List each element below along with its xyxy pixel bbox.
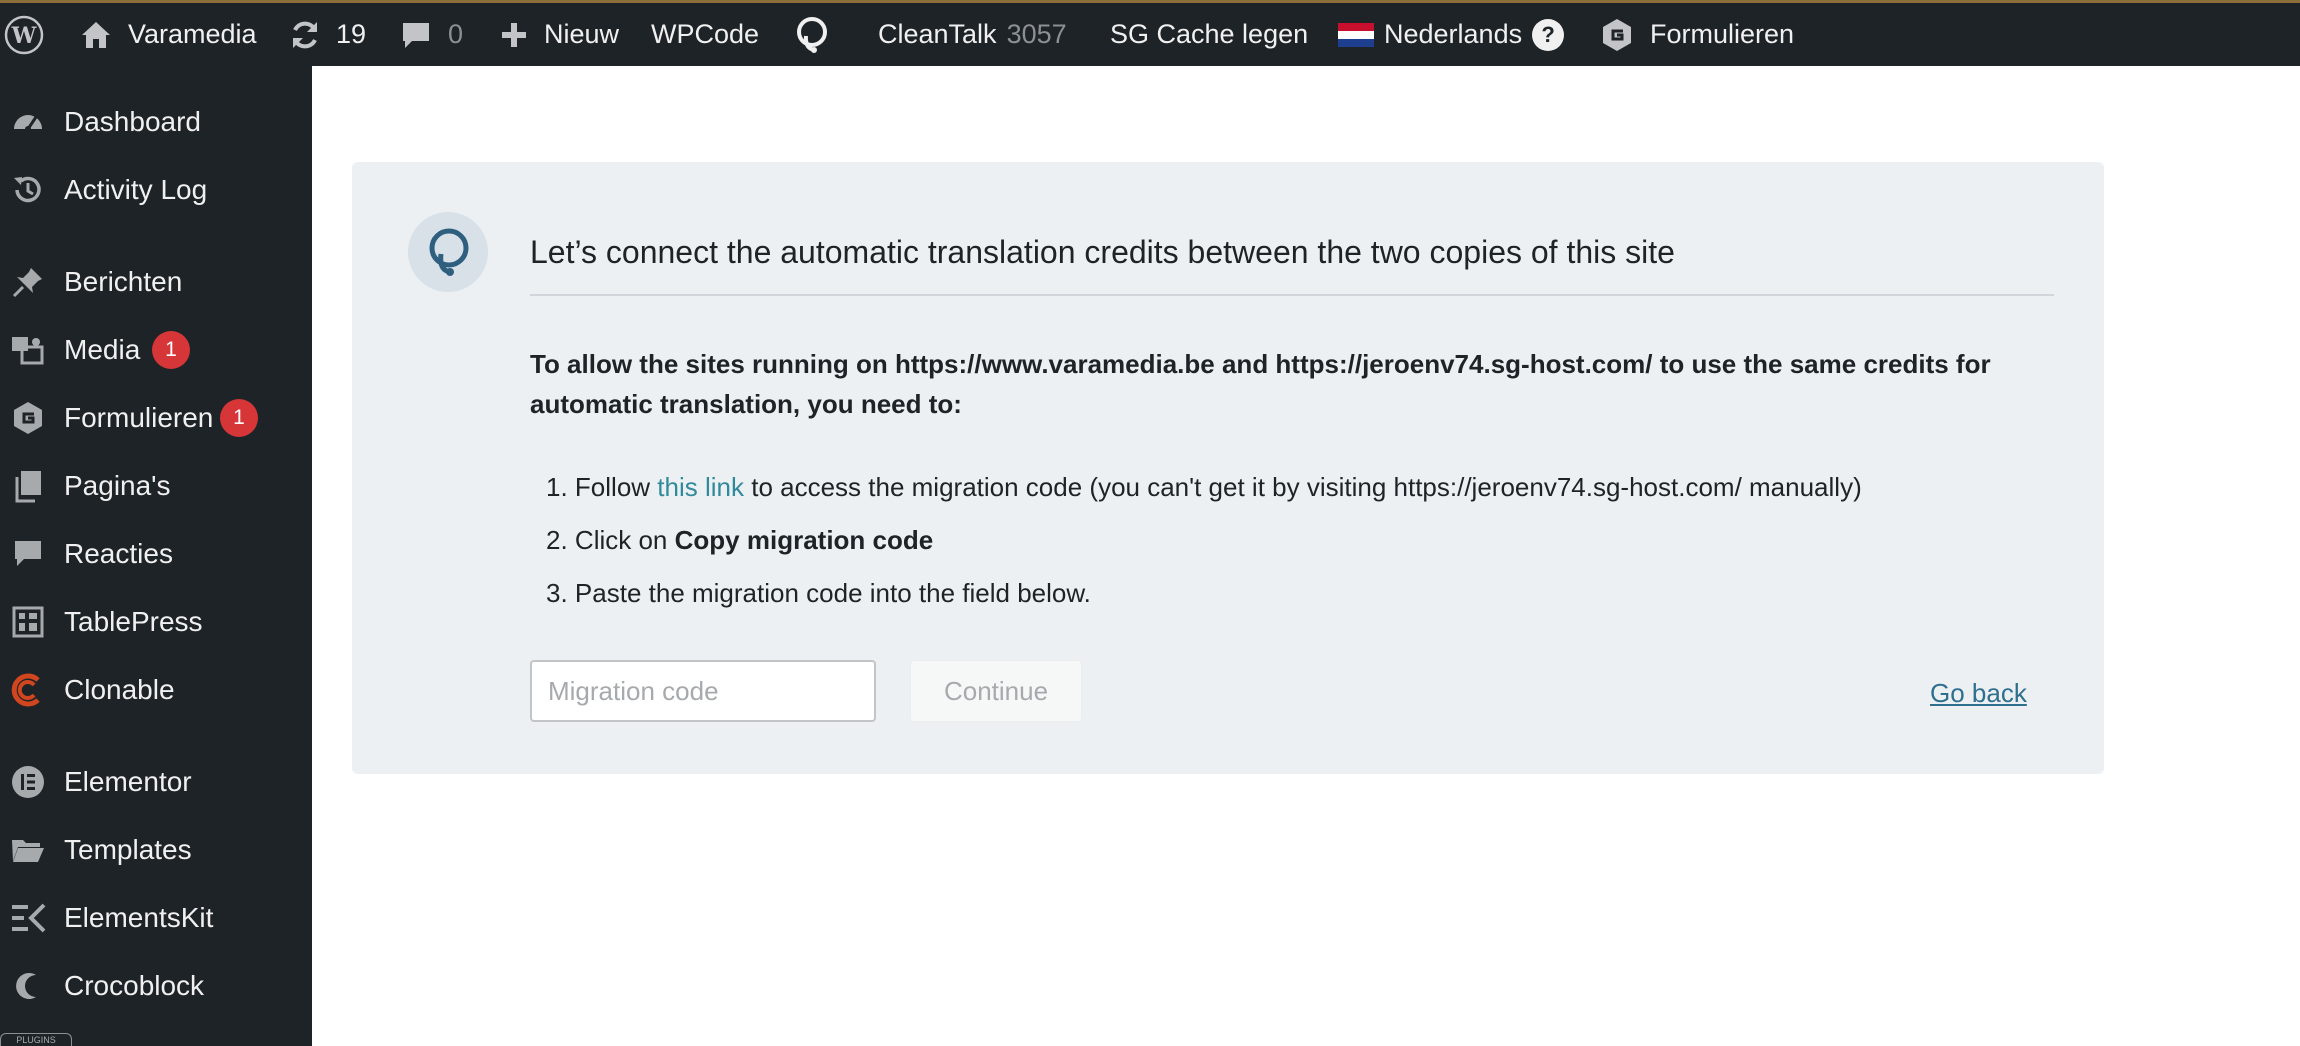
sidebar-item-label: Dashboard: [64, 106, 201, 137]
sg-cache-link[interactable]: SG Cache legen: [1110, 3, 1308, 66]
sidebar-item-clonable[interactable]: Clonable: [0, 660, 312, 720]
wordpress-icon: W: [4, 15, 44, 54]
plus-icon: [502, 22, 526, 47]
card-title: Let’s connect the automatic translation …: [530, 234, 1675, 270]
comments-link[interactable]: 0: [400, 3, 463, 66]
help-icon[interactable]: ?: [1532, 18, 1565, 51]
comment-icon: [403, 22, 429, 48]
sidebar-item-label: ElementsKit: [64, 902, 214, 933]
forms-label: Formulieren: [1650, 19, 1795, 49]
wordpress-logo-button[interactable]: W: [4, 3, 44, 66]
site-name: Varamedia: [128, 19, 257, 49]
history-icon: [10, 172, 46, 208]
sidebar-item-label: Reacties: [64, 538, 173, 569]
continue-button[interactable]: Continue: [910, 660, 1082, 722]
sidebar-item-label: Formulieren: [64, 402, 214, 433]
language-switcher[interactable]: Nederlands ?: [1338, 3, 1565, 66]
sidebar-item-elementor[interactable]: Elementor: [0, 752, 312, 812]
plugins-tab-tag: PLUGINS: [0, 1033, 72, 1046]
sidebar-item-paginas[interactable]: Pagina's: [0, 456, 312, 516]
sidebar-item-label: Berichten: [64, 266, 183, 297]
step-3: 3. Paste the migration code into the fie…: [546, 578, 1091, 609]
intro-text: To allow the sites running on https://ww…: [530, 349, 1991, 419]
flag-nl-icon: [1338, 22, 1374, 47]
home-icon: [82, 21, 110, 48]
sidebar-item-dashboard[interactable]: Dashboard: [0, 92, 312, 152]
step-1: 1. Follow this link to access the migrat…: [546, 472, 1862, 503]
sidebar-item-label: Crocoblock: [64, 970, 205, 1001]
new-content-link[interactable]: Nieuw: [500, 3, 619, 66]
wpml-icon: [797, 16, 827, 53]
comment-icon: [10, 536, 46, 572]
sidebar-item-crocoblock[interactable]: Crocoblock: [0, 956, 312, 1016]
cleantalk-link[interactable]: CleanTalk 3057: [878, 3, 1067, 66]
migration-code-link[interactable]: this link: [657, 472, 744, 502]
sidebar-item-label: TablePress: [64, 606, 203, 637]
new-label: Nieuw: [544, 19, 620, 49]
language-label: Nederlands: [1384, 19, 1523, 49]
go-back-link[interactable]: Go back: [1930, 678, 2027, 709]
cleantalk-count: 3057: [1006, 19, 1067, 49]
cleantalk-label: CleanTalk: [878, 19, 997, 49]
step-number: 1.: [546, 472, 568, 502]
step-number: 2.: [546, 525, 568, 555]
step-text-before: Click on: [574, 525, 668, 555]
media-count-badge: 1: [152, 331, 190, 369]
wpml-link[interactable]: [792, 3, 832, 66]
updates-count: 19: [336, 19, 367, 49]
sidebar-item-activity-log[interactable]: Activity Log: [0, 160, 312, 220]
step-text-before: Follow: [574, 472, 651, 502]
translation-credits-card: Let’s connect the automatic translation …: [352, 162, 2104, 774]
wpcode-label: WPCode: [651, 19, 760, 49]
comments-count: 0: [448, 19, 464, 49]
pages-icon: [10, 468, 46, 504]
migration-code-input[interactable]: [530, 660, 876, 722]
step-text: Paste the migration code into the field …: [574, 578, 1091, 608]
step-bold-text: Copy migration code: [674, 525, 934, 555]
forms-link[interactable]: Formulieren: [1600, 3, 1794, 66]
gravity-forms-icon: [10, 400, 46, 436]
elementor-icon: [10, 764, 46, 800]
sidebar-item-label: Activity Log: [64, 174, 208, 205]
sidebar-item-media[interactable]: Media 1: [0, 320, 312, 380]
sidebar-item-label: Elementor: [64, 766, 192, 797]
sidebar-item-label: Templates: [64, 834, 192, 865]
gravity-forms-icon: [1603, 18, 1631, 51]
sidebar-item-reacties[interactable]: Reacties: [0, 524, 312, 584]
clonable-icon: [10, 672, 46, 708]
wpml-logo: [408, 212, 488, 292]
folder-icon: [10, 832, 46, 868]
wpcode-link[interactable]: WPCode: [651, 3, 759, 66]
sg-cache-label: SG Cache legen: [1110, 19, 1309, 49]
step-2: 2. Click on Copy migration code: [546, 525, 933, 556]
svg-text:W: W: [11, 23, 37, 49]
site-name-link[interactable]: Varamedia: [80, 3, 257, 66]
pin-icon: [10, 264, 46, 300]
elementskit-icon: [10, 900, 46, 936]
sidebar-item-templates[interactable]: Templates: [0, 820, 312, 880]
updates-icon: [293, 21, 317, 48]
media-icon: [10, 332, 46, 368]
sidebar-item-label: Media: [64, 334, 141, 365]
title-divider: [530, 294, 2054, 296]
sidebar-item-tablepress[interactable]: TablePress: [0, 592, 312, 652]
forms-count-badge: 1: [220, 399, 258, 437]
admin-sidebar: Dashboard Activity Log Berichten Media 1…: [0, 66, 312, 1046]
admin-bar: W Varamedia 19 0 Nieuw WPCode CleanTalk …: [0, 0, 2300, 66]
step-number: 3.: [546, 578, 568, 608]
crocoblock-icon: [10, 968, 46, 1004]
updates-link[interactable]: 19: [288, 3, 366, 66]
sidebar-item-formulieren[interactable]: Formulieren 1: [0, 388, 312, 448]
dashboard-icon: [10, 104, 46, 140]
sidebar-item-elementskit[interactable]: ElementsKit: [0, 888, 312, 948]
table-icon: [10, 604, 46, 640]
step-text-after: to access the migration code (you can't …: [751, 472, 1862, 502]
sidebar-item-berichten[interactable]: Berichten: [0, 252, 312, 312]
sidebar-item-label: Clonable: [64, 674, 175, 705]
sidebar-item-label: Pagina's: [64, 470, 171, 501]
wpml-icon: [429, 228, 469, 276]
